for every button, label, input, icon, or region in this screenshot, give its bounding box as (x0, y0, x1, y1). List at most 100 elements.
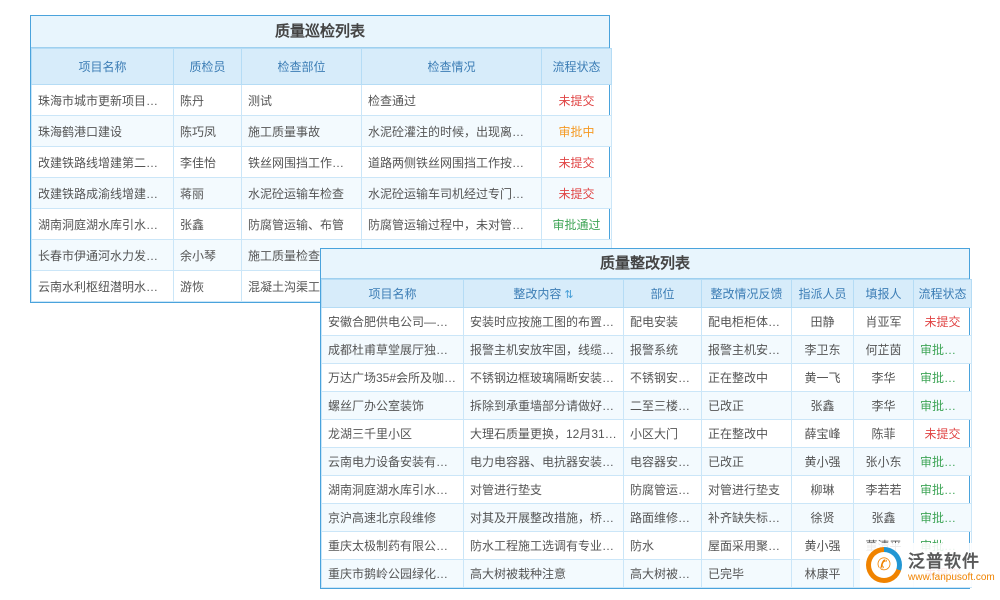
person-name: 李佳怡 (174, 147, 242, 178)
person-name: 陈丹 (174, 85, 242, 116)
column-header: 整改情况反馈 (702, 280, 792, 308)
cell-text: 高大树被栽种注意 (464, 560, 624, 588)
cell-text: 不锈钢边框玻璃隔断安装不牢... (464, 364, 624, 392)
cell-text: 对其及开展整改措施，桥头... (464, 504, 624, 532)
cell-text: 报警主机安放... (702, 336, 792, 364)
table-row: 螺丝厂办公室装饰拆除到承重墙部分请做好加固...二至三楼混...已改正张鑫李华审… (322, 392, 972, 420)
cell-text: 二至三楼混... (624, 392, 702, 420)
person-name: 李卫东 (792, 336, 854, 364)
project-name-link[interactable]: 改建铁路线增建第二线... (32, 147, 174, 178)
cell-text: 防腐管运输... (624, 476, 702, 504)
cell-text: 检查通过 (362, 85, 542, 116)
phone-icon: ✆ (866, 547, 902, 583)
project-name-link[interactable]: 改建铁路成渝线增建第... (32, 178, 174, 209)
project-name-link[interactable]: 珠海市城市更新项目紫... (32, 85, 174, 116)
cell-text: 拆除到承重墙部分请做好加固... (464, 392, 624, 420)
person-name: 张鑫 (792, 392, 854, 420)
table-row: 湖南洞庭湖水库引水工...张鑫防腐管运输、布管防腐管运输过程中，未对管进行...… (32, 209, 612, 240)
table-row: 京沪高速北京段维修对其及开展整改措施，桥头...路面维修检...补齐缺失标志..… (322, 504, 972, 532)
person-name: 游恢 (174, 271, 242, 302)
fanpu-brand-name: 泛普软件 (908, 547, 995, 572)
person-name: 林康平 (792, 560, 854, 588)
person-name: 肖亚军 (854, 308, 914, 336)
project-name-link[interactable]: 万达广场35#会所及咖啡厅空... (322, 364, 464, 392)
project-name-link[interactable]: 珠海鹤港口建设 (32, 116, 174, 147)
cell-text: 大理石质量更换，12月31日之... (464, 420, 624, 448)
status-badge: 审批通过 (914, 336, 972, 364)
cell-text: 测试 (242, 85, 362, 116)
project-name-link[interactable]: 长春市伊通河水力发电... (32, 240, 174, 271)
cell-text: 安装时应按施工图的布置，将... (464, 308, 624, 336)
status-badge: 审批通过 (914, 476, 972, 504)
column-header: 流程状态 (542, 49, 612, 85)
cell-text: 报警系统 (624, 336, 702, 364)
cell-text: 已改正 (702, 392, 792, 420)
project-name-link[interactable]: 云南水利枢纽潜明水库... (32, 271, 174, 302)
column-header: 检查部位 (242, 49, 362, 85)
cell-text: 正在整改中 (702, 364, 792, 392)
person-name: 张鑫 (854, 504, 914, 532)
rectification-list-panel: 质量整改列表 项目名称整改内容⇅部位整改情况反馈指派人员填报人流程状态安徽合肥供… (320, 248, 970, 589)
person-name: 蒋丽 (174, 178, 242, 209)
project-name-link[interactable]: 螺丝厂办公室装饰 (322, 392, 464, 420)
person-name: 李若若 (854, 476, 914, 504)
cell-text: 防腐管运输、布管 (242, 209, 362, 240)
rectification-list-title: 质量整改列表 (321, 249, 969, 279)
column-header: 指派人员 (792, 280, 854, 308)
status-badge: 审批通过 (542, 209, 612, 240)
header-row: 项目名称整改内容⇅部位整改情况反馈指派人员填报人流程状态 (322, 280, 972, 308)
person-name: 陈巧凤 (174, 116, 242, 147)
inspection-list-title: 质量巡检列表 (31, 16, 609, 48)
status-badge: 审批通过 (914, 364, 972, 392)
column-header: 项目名称 (322, 280, 464, 308)
table-row: 珠海市城市更新项目紫...陈丹测试检查通过未提交 (32, 85, 612, 116)
column-header[interactable]: 整改内容⇅ (464, 280, 624, 308)
cell-text: 小区大门 (624, 420, 702, 448)
table-row: 成都杜甫草堂展厅独立展...报警主机安放牢固，线缆连接...报警系统报警主机安放… (322, 336, 972, 364)
cell-text: 道路两侧铁丝网围挡工作按设计... (362, 147, 542, 178)
cell-text: 防水工程施工选调有专业资质... (464, 532, 624, 560)
cell-text: 屋面采用聚氨... (702, 532, 792, 560)
table-row: 湖南洞庭湖水库引水工程施工...对管进行垫支防腐管运输...对管进行垫支柳琳李若… (322, 476, 972, 504)
cell-text: 水泥砼灌注的时候，出现离析现象 (362, 116, 542, 147)
table-row: 龙湖三千里小区大理石质量更换，12月31日之...小区大门正在整改中薛宝峰陈菲未… (322, 420, 972, 448)
header-row: 项目名称质检员检查部位检查情况流程状态 (32, 49, 612, 85)
project-name-link[interactable]: 京沪高速北京段维修 (322, 504, 464, 532)
status-badge: 未提交 (542, 85, 612, 116)
project-name-link[interactable]: 龙湖三千里小区 (322, 420, 464, 448)
status-badge: 审批中 (542, 116, 612, 147)
cell-text: 不锈钢安装... (624, 364, 702, 392)
person-name: 徐贤 (792, 504, 854, 532)
person-name: 黄小强 (792, 448, 854, 476)
cell-text: 防水 (624, 532, 702, 560)
cell-text: 配电安装 (624, 308, 702, 336)
status-badge: 未提交 (542, 147, 612, 178)
sort-icon[interactable]: ⇅ (564, 289, 573, 301)
person-name: 张小东 (854, 448, 914, 476)
project-name-link[interactable]: 重庆太极制药有限公司嘉州中... (322, 532, 464, 560)
cell-text: 路面维修检... (624, 504, 702, 532)
fanpu-text-block: 泛普软件 www.fanpusoft.com (908, 547, 995, 583)
cell-text: 已完毕 (702, 560, 792, 588)
status-badge: 未提交 (542, 178, 612, 209)
project-name-link[interactable]: 重庆市鹅岭公园绿化景观提升... (322, 560, 464, 588)
person-name: 黄一飞 (792, 364, 854, 392)
table-row: 珠海鹤港口建设陈巧凤施工质量事故水泥砼灌注的时候，出现离析现象审批中 (32, 116, 612, 147)
project-name-link[interactable]: 湖南洞庭湖水库引水工... (32, 209, 174, 240)
project-name-link[interactable]: 湖南洞庭湖水库引水工程施工... (322, 476, 464, 504)
fanpu-url-link[interactable]: www.fanpusoft.com (908, 572, 995, 583)
status-badge: 审批通过 (914, 448, 972, 476)
project-name-link[interactable]: 云南电力设备安装有限公司20... (322, 448, 464, 476)
person-name: 薛宝峰 (792, 420, 854, 448)
project-name-link[interactable]: 安徽合肥供电公司—配电设备... (322, 308, 464, 336)
cell-text: 电力电容器、电抗器安装方案... (464, 448, 624, 476)
status-badge: 未提交 (914, 308, 972, 336)
cell-text: 水泥砼运输车检查 (242, 178, 362, 209)
column-header: 部位 (624, 280, 702, 308)
fanpu-logo-icon: ✆ (866, 547, 902, 583)
person-name: 柳琳 (792, 476, 854, 504)
cell-text: 施工质量事故 (242, 116, 362, 147)
project-name-link[interactable]: 成都杜甫草堂展厅独立展... (322, 336, 464, 364)
column-header: 检查情况 (362, 49, 542, 85)
column-header: 项目名称 (32, 49, 174, 85)
